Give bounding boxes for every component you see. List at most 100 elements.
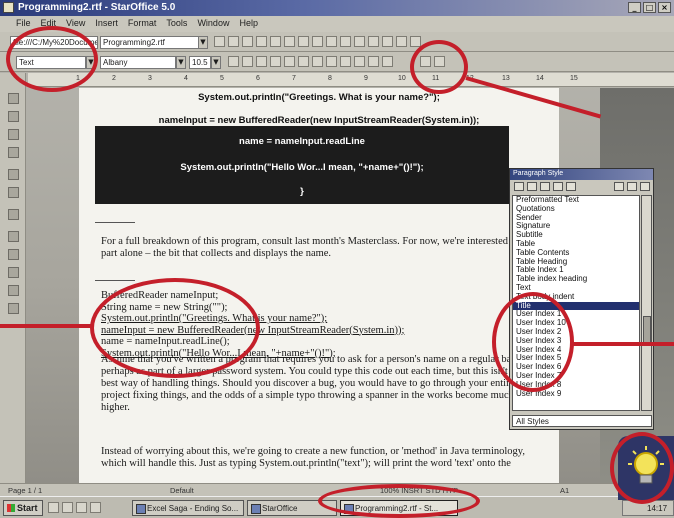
horizontal-ruler[interactable]: 1 2 3 4 5 6 7 8 9 10 11 12 13 14 15: [28, 73, 674, 87]
bullets-icon[interactable]: [354, 56, 365, 67]
fill-format-icon[interactable]: [614, 182, 624, 191]
quick-launch-ie-icon[interactable]: [48, 502, 59, 513]
menu-edit[interactable]: Edit: [41, 18, 57, 32]
numbering-styles-icon[interactable]: [566, 182, 576, 191]
window-title: Programming2.rtf - StarOffice 5.0: [18, 2, 176, 13]
quick-launch-outlook-icon[interactable]: [62, 502, 73, 513]
paragraph-style-field[interactable]: Text: [16, 56, 86, 69]
menu-format[interactable]: Format: [128, 18, 157, 32]
quick-launch-channels-icon[interactable]: [90, 502, 101, 513]
code-line: System.out.println("Greetings. What is y…: [101, 313, 328, 324]
find-icon[interactable]: [8, 231, 19, 242]
ruler-tick: 9: [364, 75, 368, 82]
menu-file[interactable]: File: [16, 18, 31, 32]
status-modes[interactable]: 100% INSRT STD HYP: [380, 486, 458, 495]
font-color-icon[interactable]: [270, 56, 281, 67]
code-line: nameInput = new BufferedReader(new Input…: [101, 324, 405, 336]
insert-icon[interactable]: [8, 93, 19, 104]
open-icon[interactable]: [256, 36, 267, 47]
ruler-tick: 2: [112, 75, 116, 82]
italic-icon[interactable]: [242, 56, 253, 67]
align-left-icon[interactable]: [284, 56, 295, 67]
zoom-icon[interactable]: [8, 267, 19, 278]
paragraph-styles-icon[interactable]: [514, 182, 524, 191]
numbering-icon[interactable]: [340, 56, 351, 67]
paragraph-style-dropdown-arrow[interactable]: ▼: [86, 56, 96, 69]
align-right-icon[interactable]: [312, 56, 323, 67]
document-field[interactable]: Programming2.rtf: [100, 36, 208, 49]
formatting-icons: [228, 56, 393, 67]
menu-insert[interactable]: Insert: [95, 18, 118, 32]
menu-help[interactable]: Help: [239, 18, 258, 32]
print-icon[interactable]: [284, 36, 295, 47]
panel-title[interactable]: Paragraph Style: [510, 169, 653, 180]
justify-icon[interactable]: [326, 56, 337, 67]
quick-launch-desktop-icon[interactable]: [76, 502, 87, 513]
redo-icon[interactable]: [368, 36, 379, 47]
stop-icon[interactable]: [214, 36, 225, 47]
navigator-icon[interactable]: [382, 36, 393, 47]
font-size-field[interactable]: 10.5: [189, 56, 211, 69]
spellcheck-icon[interactable]: [298, 36, 309, 47]
copy-icon[interactable]: [326, 36, 337, 47]
quick-launch: [48, 502, 101, 513]
start-button[interactable]: Start: [3, 500, 43, 516]
increase-indent-icon[interactable]: [382, 56, 393, 67]
document-dropdown-arrow[interactable]: ▼: [198, 36, 208, 49]
paste-icon[interactable]: [340, 36, 351, 47]
new-document-icon[interactable]: [242, 36, 253, 47]
taskbar-task[interactable]: StarOffice: [247, 500, 337, 516]
direct-cursor-icon[interactable]: [8, 285, 19, 296]
font-name-field[interactable]: Albany: [100, 56, 176, 69]
paragraph-style-icon[interactable]: [420, 56, 431, 67]
ruler-tick: 6: [256, 75, 260, 82]
font-name-dropdown-arrow[interactable]: ▼: [176, 56, 186, 69]
frame-styles-icon[interactable]: [540, 182, 550, 191]
new-style-icon[interactable]: [627, 182, 637, 191]
ruler-tick: 11: [432, 75, 440, 82]
edit-file-icon[interactable]: [228, 36, 239, 47]
menu-view[interactable]: View: [66, 18, 85, 32]
update-style-icon[interactable]: [640, 182, 650, 191]
close-button[interactable]: ×: [658, 2, 671, 13]
show-draw-functions-icon[interactable]: [8, 147, 19, 158]
window-title-bar[interactable]: Programming2.rtf - StarOffice 5.0 _ □ ×: [0, 0, 674, 16]
text-direction-icons: [420, 56, 445, 67]
document-page[interactable]: System.out.println("Greetings. What is y…: [79, 88, 559, 483]
stylist-icon[interactable]: [396, 36, 407, 47]
decrease-indent-icon[interactable]: [368, 56, 379, 67]
style-list-item[interactable]: User Index 9: [513, 389, 639, 399]
cut-icon[interactable]: [312, 36, 323, 47]
insert-object-icon[interactable]: [8, 129, 19, 140]
undo-icon[interactable]: [354, 36, 365, 47]
lightbulb-icon: [628, 446, 664, 484]
ruler-tick: 1: [76, 75, 80, 82]
taskbar-task[interactable]: Excel Saga - Ending So...: [132, 500, 244, 516]
style-filter-dropdown[interactable]: All Styles: [512, 415, 652, 427]
form-functions-icon[interactable]: [8, 187, 19, 198]
underline-icon[interactable]: [256, 56, 267, 67]
text-icon[interactable]: [8, 169, 19, 180]
style-list-scrollbar[interactable]: [641, 195, 652, 411]
character-style-icon[interactable]: [434, 56, 445, 67]
style-list-item[interactable]: Text body indent: [513, 292, 639, 302]
spellcheck-auto-icon[interactable]: [8, 303, 19, 314]
insert-fields-icon[interactable]: [8, 111, 19, 122]
paragraph-style-panel[interactable]: Paragraph Style Preformatted Text Quotat…: [509, 168, 654, 430]
font-size-dropdown-arrow[interactable]: ▼: [211, 56, 221, 69]
minimize-button[interactable]: _: [628, 2, 641, 13]
save-icon[interactable]: [270, 36, 281, 47]
taskbar-task-active[interactable]: Programming2.rtf - St...: [340, 500, 458, 516]
bold-icon[interactable]: [228, 56, 239, 67]
menu-window[interactable]: Window: [197, 18, 229, 32]
gallery-icon[interactable]: [410, 36, 421, 47]
maximize-button[interactable]: □: [643, 2, 656, 13]
data-sources-icon[interactable]: [8, 249, 19, 260]
url-field[interactable]: file:///C:/My%20Documents: [10, 36, 98, 49]
edit-autotext-icon[interactable]: [8, 209, 19, 220]
menu-tools[interactable]: Tools: [166, 18, 187, 32]
align-center-icon[interactable]: [298, 56, 309, 67]
style-list-item[interactable]: Table index heading: [513, 274, 639, 284]
character-styles-icon[interactable]: [527, 182, 537, 191]
page-styles-icon[interactable]: [553, 182, 563, 191]
